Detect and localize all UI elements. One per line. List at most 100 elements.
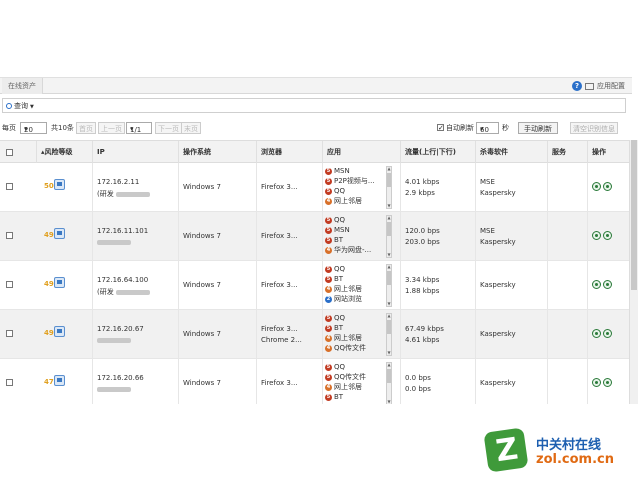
scroll-down-icon[interactable]: ▼ <box>387 302 391 306</box>
risk-detail-icon[interactable] <box>54 228 65 239</box>
apps-scroll-thumb[interactable] <box>387 173 391 187</box>
risk-detail-icon[interactable] <box>54 277 65 288</box>
scroll-up-icon[interactable]: ▲ <box>387 363 391 367</box>
table-header: ▴风险等级 IP 操作系统 浏览器 应用 流量(上行|下行) 杀毒软件 服务 操… <box>0 141 629 163</box>
col-apps[interactable]: 应用 <box>322 141 400 163</box>
auto-refresh-checkbox[interactable] <box>437 122 444 134</box>
col-service[interactable]: 服务 <box>547 141 587 163</box>
app-name: 网上邻居 <box>334 383 362 391</box>
view-detail-icon[interactable] <box>592 280 601 289</box>
traffic-down: 2.9 kbps <box>405 189 435 197</box>
app-risk-badge: 5 <box>325 226 332 234</box>
apps-scrollbar[interactable]: ▲ ▼ <box>386 215 392 258</box>
row-checkbox[interactable] <box>6 379 13 386</box>
app-item: 4 QQ传文件 <box>325 343 385 353</box>
table-row[interactable]: 49 172.16.64.100 (研发 Windows 7 Firefox 3...… <box>0 261 629 310</box>
row-checkbox[interactable] <box>6 232 13 239</box>
apps-scroll-thumb[interactable] <box>387 369 391 383</box>
clear-alerts-button[interactable]: 清空识别信息 <box>570 122 618 134</box>
row-checkbox[interactable] <box>6 281 13 288</box>
table-row[interactable]: 50 172.16.2.11 (研发 Windows 7 Firefox 3... 5 M… <box>0 163 629 212</box>
refresh-interval-select[interactable]: 60 ▾ <box>476 122 499 134</box>
first-page-button[interactable]: 首页 <box>76 122 96 134</box>
col-browser[interactable]: 浏览器 <box>256 141 322 163</box>
manual-refresh-button[interactable]: 手动刷新 <box>518 122 558 134</box>
service-cell <box>547 261 587 309</box>
app-risk-badge: 5 <box>325 265 332 273</box>
view-detail-icon[interactable] <box>592 329 601 338</box>
zol-logo-mark <box>483 427 529 473</box>
next-page-button[interactable]: 下一页 <box>155 122 182 134</box>
risk-detail-icon[interactable] <box>54 326 65 337</box>
traffic-up: 67.49 kbps <box>405 325 444 333</box>
apps-list[interactable]: 5 QQ 5 QQ传文件 4 网上邻居 5 BT <box>325 362 385 404</box>
table-row[interactable]: 49 172.16.11.101 Windows 7 Firefox 3... 5 QQ… <box>0 212 629 261</box>
apps-scrollbar[interactable]: ▲ ▼ <box>386 264 392 307</box>
per-page-select[interactable]: 20 ▾ <box>20 122 47 134</box>
scroll-up-icon[interactable]: ▲ <box>387 167 391 171</box>
query-dropdown[interactable]: 查询 ▼ <box>6 101 34 112</box>
col-ip[interactable]: IP <box>92 141 178 163</box>
app-name: QQ <box>334 363 346 371</box>
browser-cell: Firefox 3... <box>256 163 322 211</box>
view-detail-icon[interactable] <box>592 182 601 191</box>
apps-list[interactable]: 5 MSN 5 P2P视频与... 5 QQ 4 网上邻居 <box>325 166 385 209</box>
app-config-button[interactable]: 应用配置 <box>585 80 625 92</box>
row-checkbox[interactable] <box>6 330 13 337</box>
scroll-up-icon[interactable]: ▲ <box>387 216 391 220</box>
os-cell: Windows 7 <box>178 310 256 358</box>
risk-detail-icon[interactable] <box>54 179 65 190</box>
table-row[interactable]: 47 172.16.20.66 Windows 7 Firefox 3... 5 QQ 5… <box>0 359 629 404</box>
scroll-down-icon[interactable]: ▼ <box>387 400 391 404</box>
traffic-up: 4.01 kbps <box>405 178 440 186</box>
inspect-icon[interactable] <box>603 329 612 338</box>
col-os[interactable]: 操作系统 <box>178 141 256 163</box>
app-item: 5 BT <box>325 235 385 245</box>
antivirus-cell: Kaspersky <box>475 261 547 309</box>
scroll-down-icon[interactable]: ▼ <box>387 204 391 208</box>
table-scroll-thumb[interactable] <box>631 140 637 290</box>
ip-owner <box>97 238 131 246</box>
table-scrollbar[interactable] <box>629 140 638 404</box>
col-risk[interactable]: ▴风险等级 <box>36 141 92 163</box>
apps-list[interactable]: 5 QQ 5 BT 4 网上邻居 4 QQ传文件 <box>325 313 385 356</box>
prev-page-button[interactable]: 上一页 <box>98 122 125 134</box>
app-name: 网站浏览 <box>334 295 362 303</box>
inspect-icon[interactable] <box>603 182 612 191</box>
risk-score: 47 <box>44 378 54 386</box>
apps-scroll-thumb[interactable] <box>387 271 391 285</box>
inspect-icon[interactable] <box>603 280 612 289</box>
scroll-up-icon[interactable]: ▲ <box>387 265 391 269</box>
scroll-up-icon[interactable]: ▲ <box>387 314 391 318</box>
inspect-icon[interactable] <box>603 231 612 240</box>
inspect-icon[interactable] <box>603 378 612 387</box>
row-checkbox[interactable] <box>6 183 13 190</box>
table-row[interactable]: 49 172.16.20.67 Windows 7 Firefox 3... Chro… <box>0 310 629 359</box>
antivirus-cell: MSE Kaspersky <box>475 163 547 211</box>
apps-scroll-thumb[interactable] <box>387 222 391 236</box>
view-detail-icon[interactable] <box>592 378 601 387</box>
apps-scrollbar[interactable]: ▲ ▼ <box>386 362 392 404</box>
select-all-checkbox[interactable] <box>6 148 13 156</box>
apps-scrollbar[interactable]: ▲ ▼ <box>386 166 392 209</box>
app-risk-badge: 2 <box>325 295 332 303</box>
risk-detail-icon[interactable] <box>54 375 65 386</box>
apps-scroll-thumb[interactable] <box>387 320 391 334</box>
last-page-button[interactable]: 末页 <box>181 122 201 134</box>
apps-list[interactable]: 5 QQ 5 MSN 5 BT 4 华为网盘-... <box>325 215 385 258</box>
browser-cell: Firefox 3... <box>256 359 322 404</box>
apps-scrollbar[interactable]: ▲ ▼ <box>386 313 392 356</box>
antivirus-cell: Kaspersky <box>475 310 547 358</box>
antivirus-name: Kaspersky <box>480 238 516 246</box>
view-detail-icon[interactable] <box>592 231 601 240</box>
app-risk-badge: 5 <box>325 177 332 185</box>
scroll-down-icon[interactable]: ▼ <box>387 351 391 355</box>
tab-online-assets[interactable]: 在线资产 <box>2 78 43 94</box>
page-select[interactable]: 1/1 ▾ <box>126 122 152 134</box>
apps-list[interactable]: 5 QQ 5 BT 4 网上邻居 2 网站浏览 <box>325 264 385 307</box>
col-traffic[interactable]: 流量(上行|下行) <box>400 141 475 163</box>
col-antivirus[interactable]: 杀毒软件 <box>475 141 547 163</box>
service-cell <box>547 163 587 211</box>
scroll-down-icon[interactable]: ▼ <box>387 253 391 257</box>
help-icon[interactable]: ? <box>572 81 582 91</box>
